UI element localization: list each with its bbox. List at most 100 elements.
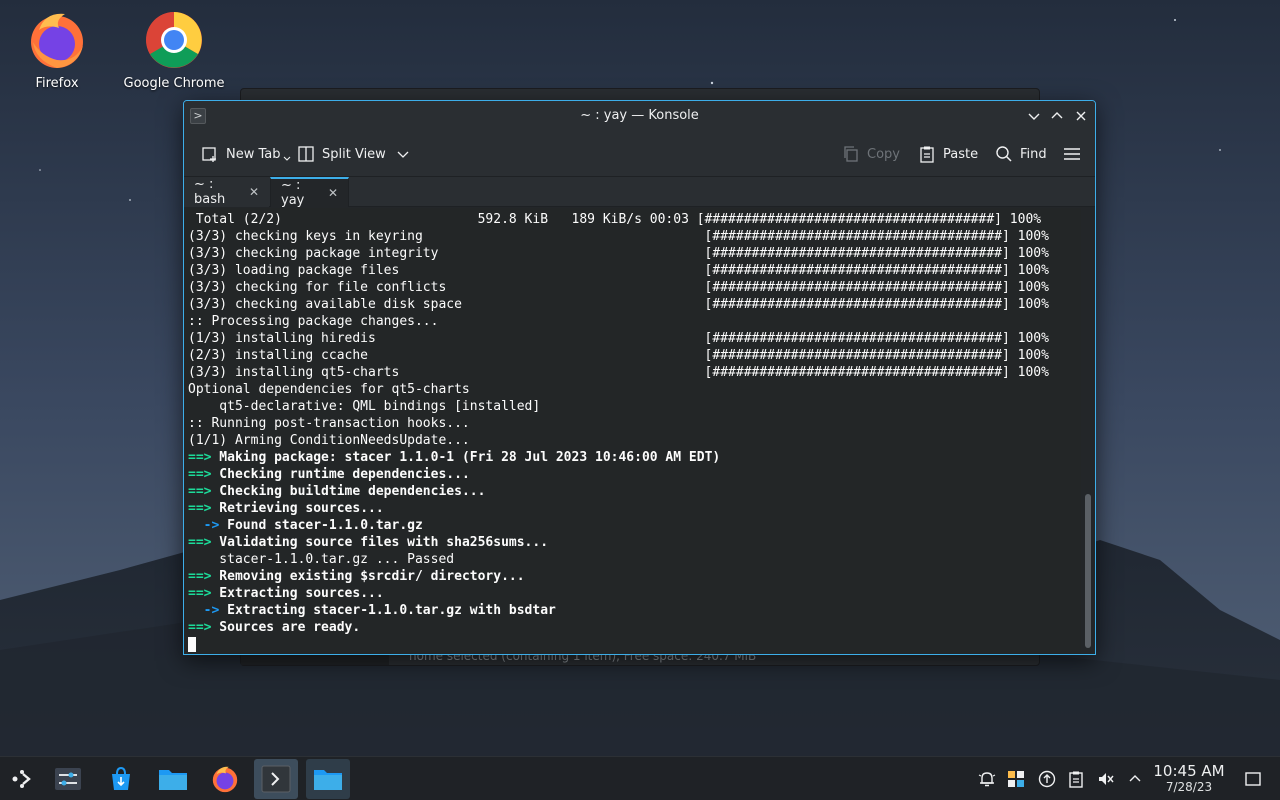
terminal-prompt-line	[188, 636, 1082, 653]
terminal-cursor	[188, 637, 196, 652]
terminal-line: ==> Making package: stacer 1.1.0-1 (Fri …	[188, 449, 1082, 466]
window-titlebar[interactable]: > ~ : yay — Konsole	[184, 101, 1095, 131]
hamburger-menu-icon	[1064, 148, 1080, 160]
copy-button[interactable]: Copy	[842, 141, 900, 167]
desktop-icon-label: Google Chrome	[123, 76, 225, 91]
shopping-bag-icon	[112, 766, 130, 790]
tray-klipper[interactable]	[1006, 769, 1026, 789]
taskbar-konsole[interactable]	[254, 759, 298, 799]
paste-button[interactable]: Paste	[918, 141, 978, 167]
search-icon	[996, 146, 1012, 162]
taskbar-dolphin[interactable]	[151, 759, 195, 799]
chevron-up-icon	[1129, 775, 1141, 782]
firefox-icon	[31, 13, 83, 68]
terminal-line: :: Processing package changes...	[188, 313, 1082, 330]
terminal-line: (1/3) installing hiredis [##############…	[188, 330, 1082, 347]
tray-updates[interactable]	[1037, 769, 1057, 789]
terminal-line: ==> Removing existing $srcdir/ directory…	[188, 568, 1082, 585]
terminal-line: (3/3) checking available disk space [###…	[188, 296, 1082, 313]
terminal-line-prefix: ->	[188, 518, 220, 533]
terminal-line-text: (3/3) checking package integrity [######…	[188, 246, 1049, 261]
konsole-tab-bar: ~ : bash ✕ ~ : yay ✕	[184, 177, 1095, 208]
sliders-icon	[55, 768, 81, 790]
volume-muted-icon	[1099, 773, 1114, 785]
taskbar-dolphin-window[interactable]	[306, 759, 350, 799]
window-title: ~ : yay — Konsole	[580, 108, 699, 123]
tray-volume[interactable]	[1096, 769, 1116, 789]
show-desktop-icon	[1245, 772, 1261, 786]
taskbar-discover[interactable]	[99, 759, 143, 799]
terminal-line-prefix: ==>	[188, 569, 212, 584]
terminal-line-text: (3/3) checking for file conflicts [#####…	[188, 280, 1049, 295]
terminal-line-text: Checking buildtime dependencies...	[211, 484, 486, 499]
tray-clipboard[interactable]	[1066, 769, 1086, 789]
terminal-line-text: Extracting sources...	[211, 586, 384, 601]
terminal-icon	[261, 765, 291, 793]
terminal-line-text: Making package: stacer 1.1.0-1 (Fri 28 J…	[211, 450, 721, 465]
terminal-line-prefix: ==>	[188, 535, 212, 550]
terminal-line-prefix: ->	[188, 603, 220, 618]
chevron-up-icon	[1051, 112, 1063, 119]
terminal-line-text: qt5-declarative: QML bindings [installed…	[188, 399, 541, 414]
terminal-line-prefix: ==>	[188, 484, 212, 499]
terminal-line-text: (3/3) checking available disk space [###…	[188, 297, 1049, 312]
find-button[interactable]: Find	[995, 141, 1047, 167]
terminal-line-text: Checking runtime dependencies...	[211, 467, 470, 482]
digital-clock[interactable]: 10:45 AM 7/28/23	[1150, 763, 1228, 795]
taskbar-firefox[interactable]	[203, 759, 247, 799]
konsole-window[interactable]: > ~ : yay — Konsole New Tab Split View C…	[183, 100, 1096, 655]
terminal-line-prefix: ==>	[188, 586, 212, 601]
terminal-line-text: (1/3) installing hiredis [##############…	[188, 331, 1049, 346]
steam-deck-launcher-icon	[12, 770, 31, 788]
bell-icon	[978, 772, 996, 787]
desktop-icon-firefox[interactable]: Firefox	[2, 8, 112, 91]
terminal-line-text: :: Processing package changes...	[188, 314, 439, 329]
new-tab-label: New Tab	[226, 146, 281, 162]
scrollbar-thumb[interactable]	[1085, 494, 1091, 648]
terminal-line: ==> Validating source files with sha256s…	[188, 534, 1082, 551]
split-view-button[interactable]: Split View	[297, 141, 409, 167]
terminal-line: ==> Retrieving sources...	[188, 500, 1082, 517]
terminal-line: -> Found stacer-1.1.0.tar.gz	[188, 517, 1082, 534]
taskbar-system-settings[interactable]	[46, 759, 90, 799]
paste-icon	[920, 146, 934, 163]
terminal-line: (3/3) checking for file conflicts [#####…	[188, 279, 1082, 296]
terminal-line: stacer-1.1.0.tar.gz ... Passed	[188, 551, 1082, 568]
terminal-line-prefix: ==>	[188, 620, 212, 635]
tab-bash[interactable]: ~ : bash ✕	[184, 177, 269, 207]
chevron-down-icon	[397, 151, 409, 158]
terminal-line-text: (2/3) installing ccache [###############…	[188, 348, 1049, 363]
show-desktop-button[interactable]	[1243, 769, 1263, 789]
application-launcher-button[interactable]	[0, 759, 44, 799]
chevron-down-icon	[283, 156, 290, 161]
desktop-icon-chrome[interactable]: Google Chrome	[119, 8, 229, 91]
terminal-line-text: (3/3) checking keys in keyring [########…	[188, 229, 1049, 244]
terminal-line-text: Retrieving sources...	[211, 501, 384, 516]
new-tab-button[interactable]: New Tab	[201, 141, 291, 167]
terminal-scrollbar[interactable]	[1081, 208, 1095, 654]
copy-label: Copy	[867, 146, 900, 162]
terminal-line-text: (1/1) Arming ConditionNeedsUpdate...	[188, 433, 470, 448]
terminal-line-prefix: ==>	[188, 467, 212, 482]
terminal-line-text: Validating source files with sha256sums.…	[211, 535, 549, 550]
folder-icon	[159, 770, 187, 790]
clock-date: 7/28/23	[1165, 780, 1213, 794]
terminal-line: (3/3) checking keys in keyring [########…	[188, 228, 1082, 245]
terminal-line: ==> Checking runtime dependencies...	[188, 466, 1082, 483]
tray-notifications[interactable]	[977, 769, 997, 789]
minimize-button[interactable]	[1024, 106, 1044, 126]
terminal-output[interactable]: Total (2/2) 592.8 KiB 189 KiB/s 00:03 [#…	[184, 208, 1082, 654]
maximize-button[interactable]	[1047, 106, 1067, 126]
tab-yay[interactable]: ~ : yay ✕	[270, 177, 349, 208]
close-icon[interactable]: ✕	[249, 185, 259, 199]
tray-expand[interactable]	[1125, 769, 1145, 789]
terminal-line: :: Running post-transaction hooks...	[188, 415, 1082, 432]
find-label: Find	[1020, 146, 1047, 162]
close-button[interactable]	[1071, 106, 1091, 126]
terminal-line: Total (2/2) 592.8 KiB 189 KiB/s 00:03 [#…	[188, 211, 1082, 228]
close-icon[interactable]: ✕	[328, 186, 338, 200]
hamburger-menu-button[interactable]	[1063, 141, 1081, 167]
terminal-line-text: stacer-1.1.0.tar.gz ... Passed	[188, 552, 455, 567]
terminal-line-text: Optional dependencies for qt5-charts	[188, 382, 470, 397]
terminal-line-prefix: ==>	[188, 450, 212, 465]
